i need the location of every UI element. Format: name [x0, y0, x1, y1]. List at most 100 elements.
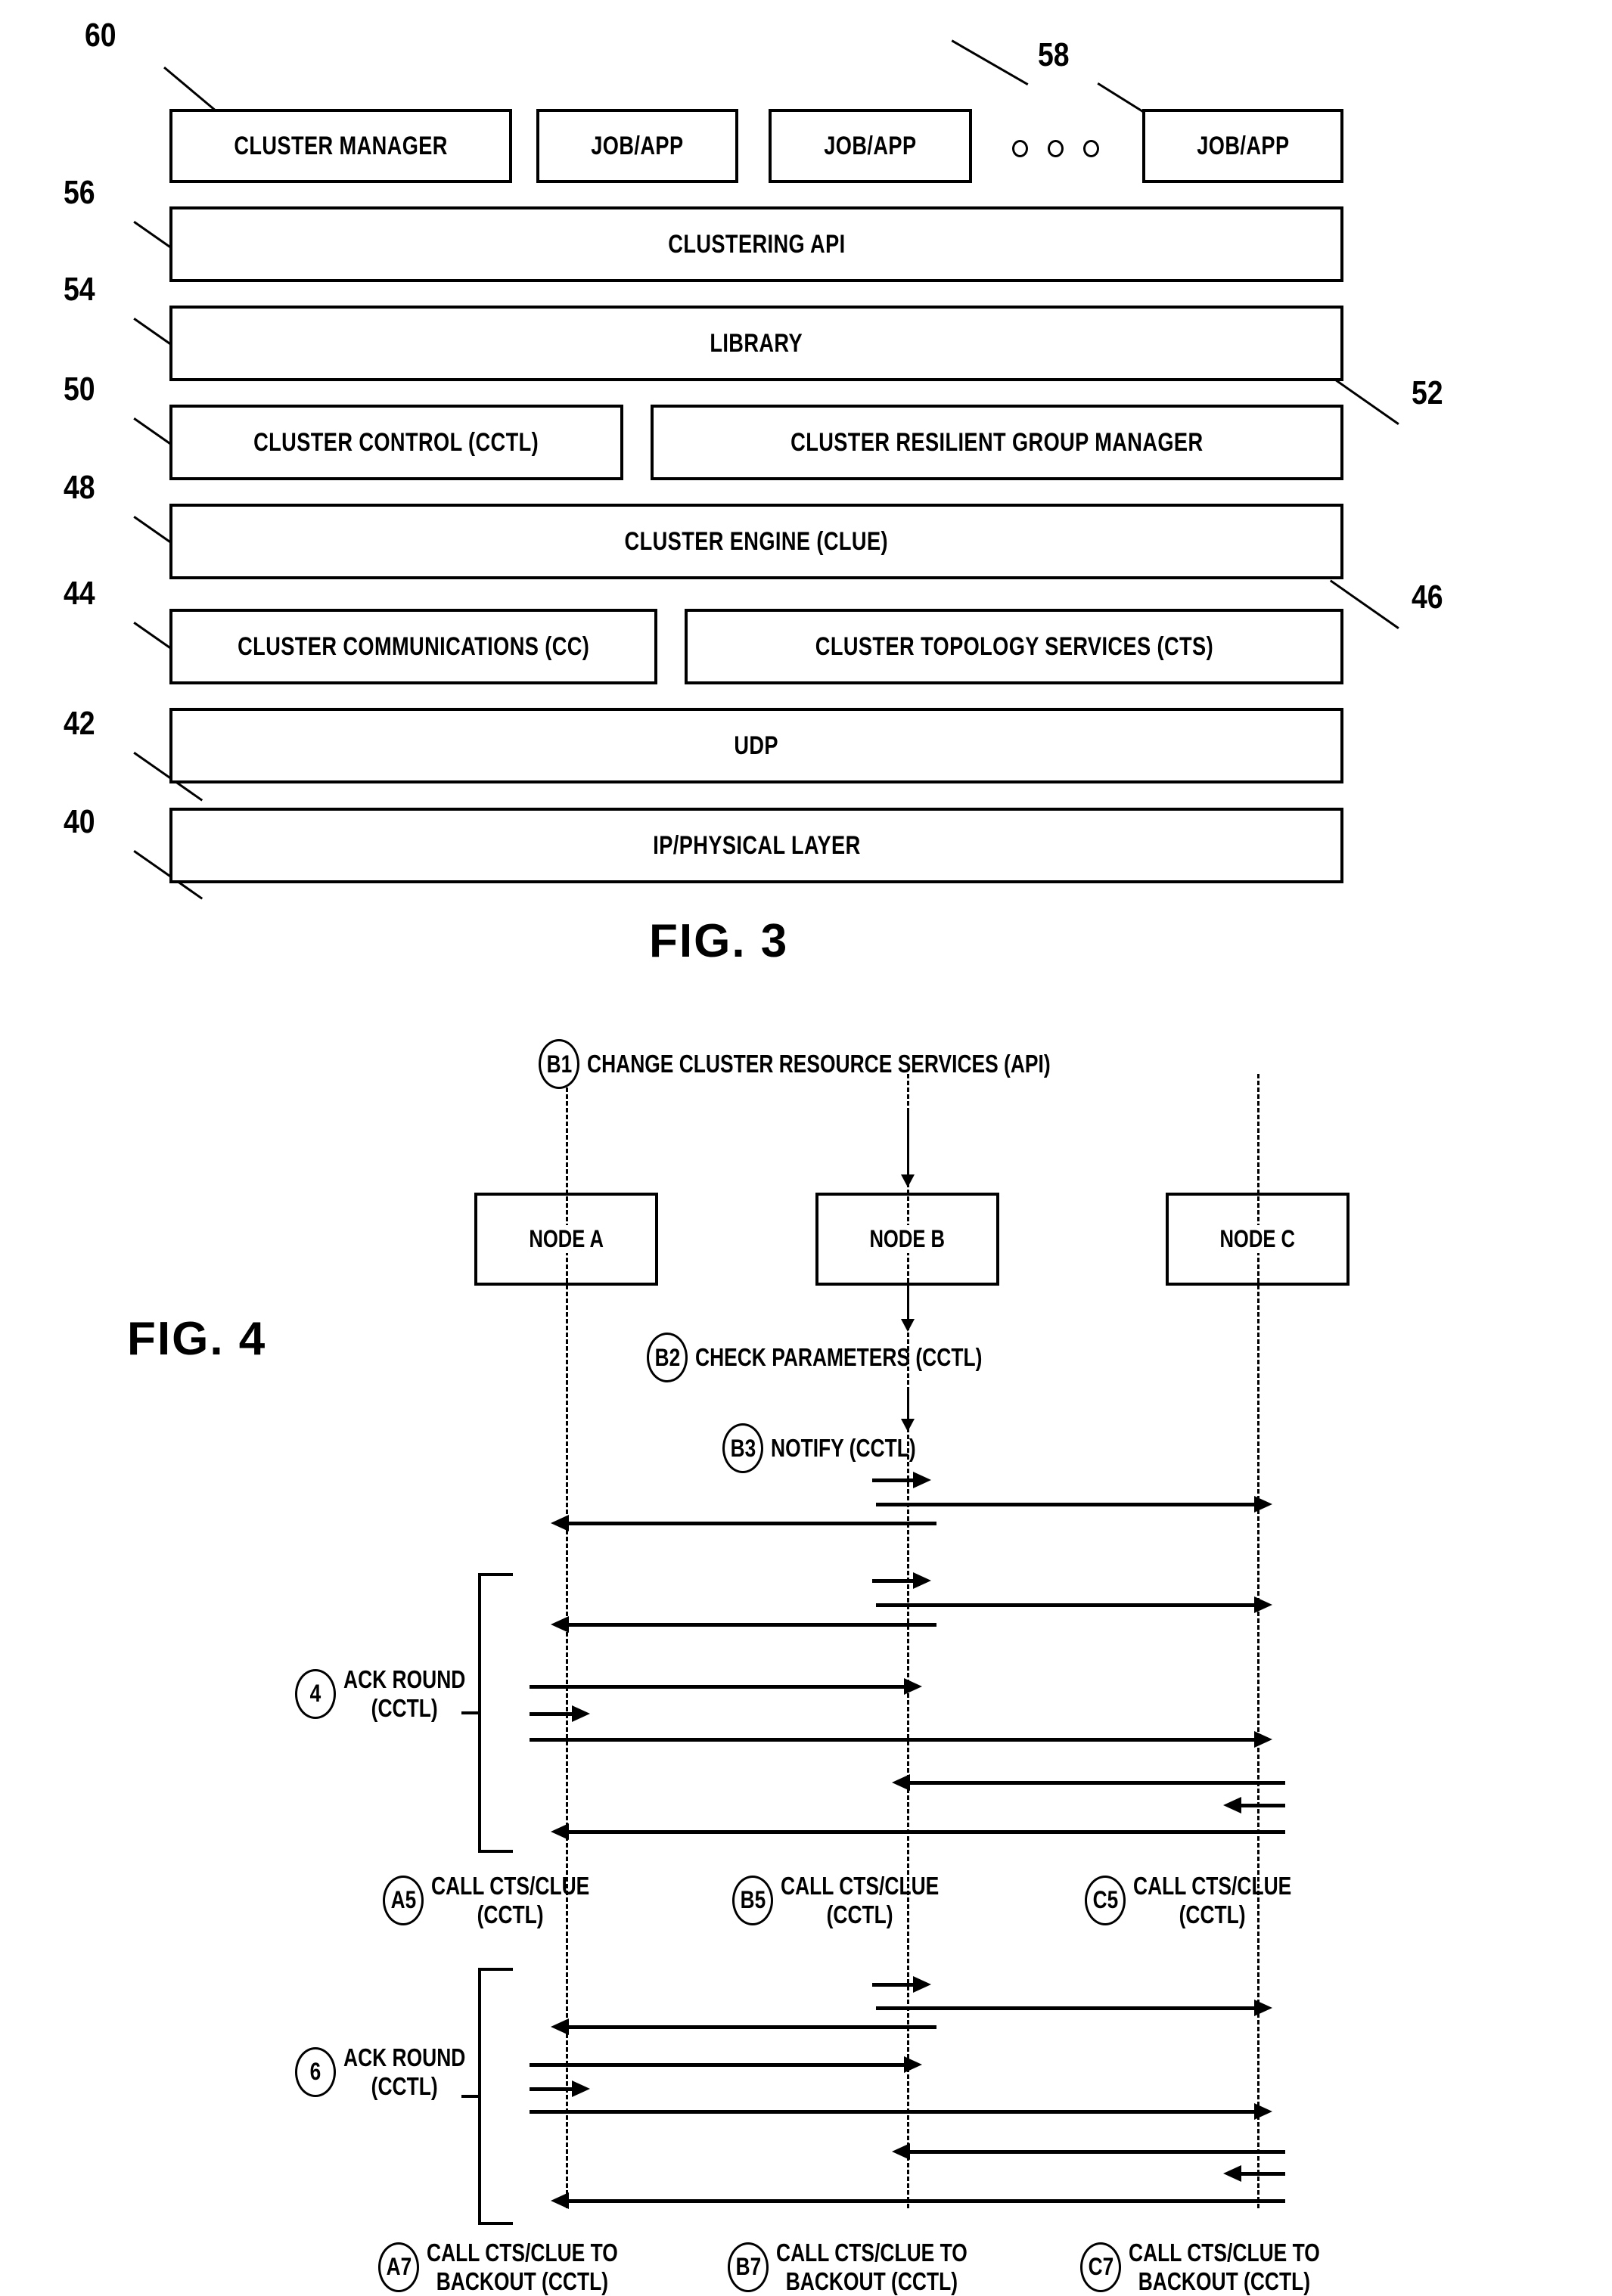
message-c-self-ack4	[1223, 1797, 1285, 1814]
message-c-to-b-ack4	[892, 1774, 1285, 1791]
block-label: LIBRARY	[710, 328, 803, 358]
message-a-to-c-ack4	[530, 1731, 1272, 1748]
figure-4: FIG. 4 B1 CHANGE CLUSTER RESOURCE SERVIC…	[0, 1039, 1612, 2295]
message-a-self-ack6	[530, 2080, 590, 2097]
step-id: B2	[654, 1343, 680, 1371]
step-bubble: B1	[539, 1039, 579, 1089]
node-box-c[interactable]: NODE C	[1166, 1193, 1350, 1286]
block-label: JOB/APP	[1196, 131, 1290, 160]
step-text-line-2: BACKOUT (CCTL)	[1138, 2267, 1311, 2295]
step-id: A7	[386, 2253, 412, 2281]
reference-numeral-44: 44	[64, 575, 95, 612]
block-label: CLUSTER CONTROL (CCTL)	[253, 427, 539, 457]
node-box-a[interactable]: NODE A	[474, 1193, 658, 1286]
step-text-line-1: ACK ROUND	[343, 2043, 466, 2071]
step-id: B7	[735, 2253, 761, 2281]
step-text-line-1: CALL CTS/CLUE	[1133, 1872, 1292, 1900]
step-text: CALL CTS/CLUE (CCTL)	[431, 1872, 589, 1929]
step-text: CALL CTS/CLUE TO BACKOUT (CCTL)	[776, 2239, 968, 2296]
block-cluster-topology-services[interactable]: CLUSTER TOPOLOGY SERVICES (CTS)	[685, 609, 1343, 684]
step-text: ACK ROUND (CCTL)	[343, 2043, 465, 2101]
step-text-line-2: (CCTL)	[477, 1900, 544, 1928]
message-b-self-ack4	[872, 1572, 931, 1589]
step-text: CALL CTS/CLUE TO BACKOUT (CCTL)	[1129, 2239, 1320, 2296]
step-text-line-1: CALL CTS/CLUE	[431, 1872, 590, 1900]
reference-numeral-58: 58	[1038, 36, 1070, 73]
ellipsis-icon	[1012, 140, 1099, 157]
step-id: 6	[309, 2058, 321, 2086]
block-job-app-3[interactable]: JOB/APP	[1142, 109, 1343, 183]
block-label: JOB/APP	[824, 131, 917, 160]
step-ack-round-4: 4 ACK ROUND (CCTL)	[295, 1665, 496, 1723]
reference-numeral-54: 54	[64, 271, 95, 308]
step-text: CALL CTS/CLUE (CCTL)	[1133, 1872, 1291, 1929]
block-job-app-2[interactable]: JOB/APP	[769, 109, 972, 183]
step-text-line-2: (CCTL)	[1179, 1900, 1246, 1928]
block-label: JOB/APP	[591, 131, 684, 160]
block-udp[interactable]: UDP	[169, 708, 1343, 783]
step-a7: A7 CALL CTS/CLUE TO BACKOUT (CCTL)	[378, 2239, 666, 2296]
message-a-to-b-ack4	[530, 1678, 922, 1695]
step-text-line-2: (CCTL)	[371, 1693, 438, 1722]
step-bubble: A5	[383, 1875, 424, 1925]
step-text-line-2: (CCTL)	[826, 1900, 893, 1928]
block-cluster-resilient-group-manager[interactable]: CLUSTER RESILIENT GROUP MANAGER	[651, 405, 1343, 480]
step-a5: A5 CALL CTS/CLUE (CCTL)	[383, 1872, 629, 1929]
step-id: A5	[390, 1886, 416, 1914]
step-b2: B2 CHECK PARAMETERS (CCTL)	[647, 1333, 1054, 1382]
flow-arrow-b2-to-b3	[901, 1392, 915, 1432]
step-c7: C7 CALL CTS/CLUE TO BACKOUT (CCTL)	[1080, 2239, 1368, 2296]
block-label: CLUSTER COMMUNICATIONS (CC)	[237, 631, 590, 661]
step-text-line-2: BACKOUT (CCTL)	[785, 2267, 958, 2295]
message-a-to-b-ack6	[530, 2056, 922, 2073]
step-bubble: B2	[647, 1333, 688, 1382]
step-id: C7	[1088, 2253, 1113, 2281]
block-clustering-api[interactable]: CLUSTERING API	[169, 206, 1343, 282]
step-bubble: B7	[728, 2242, 769, 2292]
reference-numeral-48: 48	[64, 469, 95, 506]
step-bubble: 4	[295, 1668, 336, 1719]
message-c-to-a-ack6	[551, 2192, 1285, 2209]
block-ip-physical-layer[interactable]: IP/PHYSICAL LAYER	[169, 808, 1343, 883]
message-a-to-c-ack6	[530, 2103, 1272, 2120]
leader-line-58-left	[951, 39, 1029, 85]
message-b-to-a-ack6	[551, 2018, 936, 2035]
node-box-b[interactable]: NODE B	[815, 1193, 999, 1286]
step-bubble: 6	[295, 2046, 336, 2097]
message-a-self-ack4	[530, 1705, 590, 1722]
step-text-line-1: CALL CTS/CLUE TO	[1129, 2239, 1320, 2267]
block-cluster-communications[interactable]: CLUSTER COMMUNICATIONS (CC)	[169, 609, 657, 684]
block-label: IP/PHYSICAL LAYER	[652, 830, 861, 860]
block-label: UDP	[734, 731, 779, 760]
block-label: CLUSTERING API	[667, 229, 846, 259]
message-b-self-ack6	[872, 1976, 931, 1993]
block-cluster-engine[interactable]: CLUSTER ENGINE (CLUE)	[169, 504, 1343, 579]
message-c-to-b-ack6	[892, 2143, 1285, 2160]
message-b-to-c-notify	[876, 1496, 1272, 1513]
reference-numeral-40: 40	[64, 803, 95, 840]
block-label: CLUSTER ENGINE (CLUE)	[624, 526, 889, 556]
step-text: CALL CTS/CLUE (CCTL)	[781, 1872, 939, 1929]
step-text-line-2: BACKOUT (CCTL)	[436, 2267, 609, 2295]
figure-3-caption: FIG. 3	[649, 915, 789, 967]
block-library[interactable]: LIBRARY	[169, 306, 1343, 381]
node-label: NODE C	[1217, 1225, 1298, 1253]
reference-numeral-42: 42	[64, 705, 95, 742]
step-text-line-1: CALL CTS/CLUE	[781, 1872, 940, 1900]
step-id: C5	[1092, 1886, 1118, 1914]
reference-numeral-60: 60	[85, 17, 116, 54]
block-cluster-control[interactable]: CLUSTER CONTROL (CCTL)	[169, 405, 623, 480]
figure-4-caption: FIG. 4	[127, 1313, 267, 1365]
step-b1: B1 CHANGE CLUSTER RESOURCE SERVICES (API…	[539, 1039, 1166, 1089]
block-label: CLUSTER MANAGER	[234, 131, 448, 160]
message-b-to-a-notify	[551, 1515, 936, 1531]
step-text: CALL CTS/CLUE TO BACKOUT (CCTL)	[427, 2239, 618, 2296]
flow-arrow-node-b-to-b2	[901, 1287, 915, 1332]
step-id: B5	[740, 1886, 766, 1914]
step-b3: B3 NOTIFY (CCTL)	[722, 1423, 952, 1473]
step-text-line-1: CALL CTS/CLUE TO	[776, 2239, 968, 2267]
reference-numeral-50: 50	[64, 371, 95, 408]
block-cluster-manager[interactable]: CLUSTER MANAGER	[169, 109, 512, 183]
block-job-app-1[interactable]: JOB/APP	[536, 109, 738, 183]
message-b-to-c-ack4	[876, 1596, 1272, 1613]
